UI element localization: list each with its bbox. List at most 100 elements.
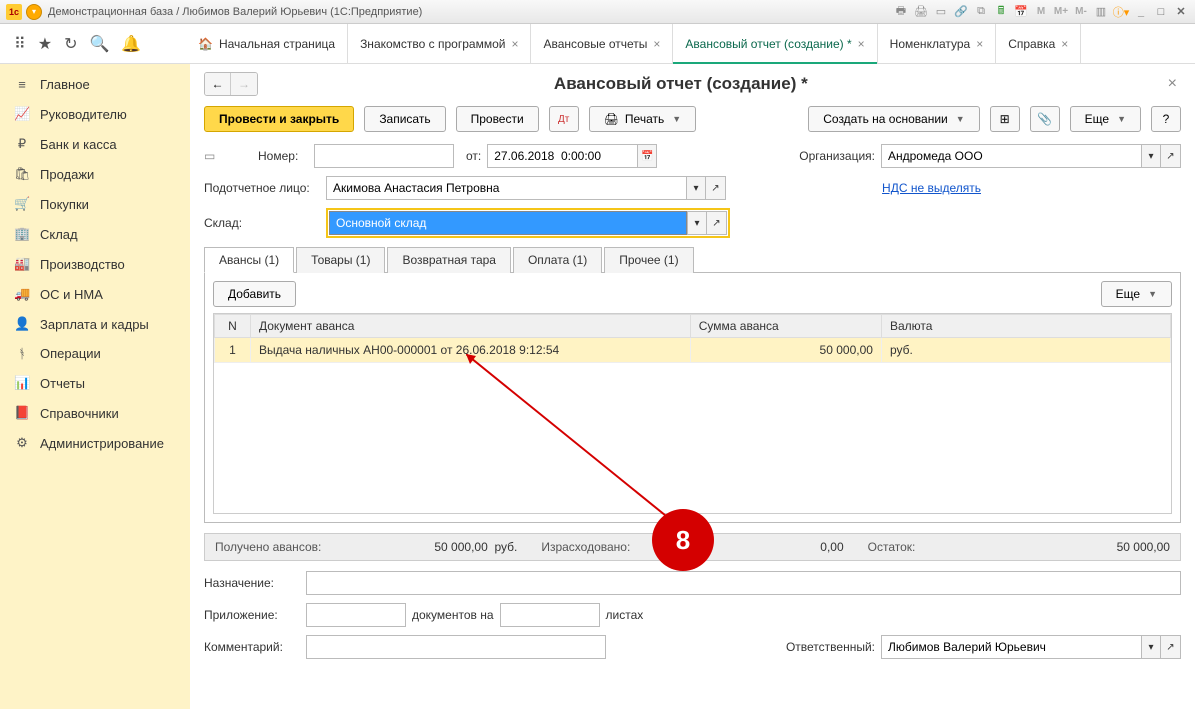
- minimize-icon[interactable]: _: [1133, 4, 1149, 20]
- drop-button[interactable]: ▾: [687, 211, 707, 235]
- docs-count-input[interactable]: [306, 603, 406, 627]
- quick-tools: ⠿ ★ ↻ 🔍 🔔: [0, 34, 190, 54]
- date-input[interactable]: [487, 144, 637, 168]
- sidebar-item-hr[interactable]: 👤Зарплата и кадры: [0, 309, 190, 339]
- calc-icon[interactable]: 🖩: [993, 4, 1009, 20]
- close-icon[interactable]: ×: [511, 37, 518, 51]
- struct-button[interactable]: ⊞: [990, 106, 1020, 132]
- table-row[interactable]: 1 Выдача наличных АН00-000001 от 26.06.2…: [215, 338, 1171, 363]
- sidebar-item-manager[interactable]: 📈 Руководителю: [0, 99, 190, 129]
- close-icon[interactable]: ×: [653, 37, 660, 51]
- vat-link[interactable]: НДС не выделять: [882, 181, 981, 195]
- close-page-icon[interactable]: ×: [1164, 75, 1181, 93]
- sidebar-item-refs[interactable]: 📕Справочники: [0, 398, 190, 428]
- doctab-tovary[interactable]: Товары (1): [296, 247, 385, 273]
- doctab-prochee[interactable]: Прочее (1): [604, 247, 693, 273]
- help-button[interactable]: ?: [1151, 106, 1181, 132]
- sidebar-item-main[interactable]: ≡Главное: [0, 70, 190, 99]
- sidebar-item-label: Главное: [40, 77, 90, 92]
- sidebar-item-label: Отчеты: [40, 376, 85, 391]
- sidebar-item-label: Руководителю: [40, 107, 127, 122]
- drop-button[interactable]: ▾: [686, 176, 706, 200]
- drop-button[interactable]: ▾: [1141, 144, 1161, 168]
- sidebar-item-production[interactable]: 🏭Производство: [0, 249, 190, 279]
- number-input[interactable]: [314, 144, 454, 168]
- bell-icon[interactable]: 🔔: [121, 34, 141, 54]
- m-minus-icon[interactable]: M-: [1073, 4, 1089, 20]
- sklad-input[interactable]: [329, 211, 687, 235]
- tab-label: Номенклатура: [890, 37, 971, 51]
- add-button[interactable]: Добавить: [213, 281, 296, 307]
- col-cur: Валюта: [881, 315, 1170, 338]
- org-input[interactable]: [881, 144, 1141, 168]
- apps-icon[interactable]: ⠿: [14, 34, 26, 54]
- sheets-input[interactable]: [500, 603, 600, 627]
- m-plus-icon[interactable]: M+: [1053, 4, 1069, 20]
- dt-kt-button[interactable]: Дт: [549, 106, 579, 132]
- sidebar-item-admin[interactable]: ⚙Администрирование: [0, 428, 190, 458]
- rest-value: 50 000,00: [1117, 540, 1170, 554]
- calendar-button[interactable]: 📅: [637, 144, 657, 168]
- info-icon[interactable]: ⓘ▾: [1113, 4, 1129, 20]
- print2-icon[interactable]: 🖨: [913, 4, 929, 20]
- close-icon[interactable]: ×: [858, 37, 865, 51]
- tab-reports[interactable]: Авансовые отчеты×: [531, 24, 673, 63]
- print-label: Печать: [625, 112, 664, 126]
- history-icon[interactable]: ↻: [64, 34, 77, 54]
- panels-icon[interactable]: ▥: [1093, 4, 1109, 20]
- more-button[interactable]: Еще▼: [1070, 106, 1141, 132]
- app-menu-drop-icon[interactable]: ▾: [26, 4, 42, 20]
- calendar-icon[interactable]: 📅: [1013, 4, 1029, 20]
- link-icon[interactable]: 🔗: [953, 4, 969, 20]
- star-icon[interactable]: ★: [38, 34, 52, 54]
- tab-home[interactable]: 🏠Начальная страница: [190, 24, 348, 63]
- close-window-icon[interactable]: ✕: [1173, 4, 1189, 20]
- create-based-button[interactable]: Создать на основании▼: [808, 106, 979, 132]
- person-input[interactable]: [326, 176, 686, 200]
- m-icon[interactable]: M: [1033, 4, 1049, 20]
- compare-icon[interactable]: ⧉: [973, 4, 989, 20]
- sidebar-item-stock[interactable]: 🏢Склад: [0, 219, 190, 249]
- close-icon[interactable]: ×: [1061, 37, 1068, 51]
- open-button[interactable]: ↗: [707, 211, 727, 235]
- sidebar-item-assets[interactable]: 🚚ОС и НМА: [0, 279, 190, 309]
- spent-label: Израсходовано:: [541, 540, 630, 554]
- tab-intro[interactable]: Знакомство с программой×: [348, 24, 531, 63]
- drop-button[interactable]: ▾: [1141, 635, 1161, 659]
- doctab-oplata[interactable]: Оплата (1): [513, 247, 602, 273]
- search-icon[interactable]: 🔍: [89, 34, 109, 54]
- tab-nomenclature[interactable]: Номенклатура ×: [878, 24, 997, 63]
- sheets-label: листах: [606, 608, 644, 622]
- resp-label: Ответственный:: [786, 640, 875, 654]
- person-icon: 👤: [14, 316, 30, 332]
- nazn-input[interactable]: [306, 571, 1181, 595]
- save-button[interactable]: Записать: [364, 106, 445, 132]
- doctab-avansy[interactable]: Авансы (1): [204, 247, 294, 273]
- close-icon[interactable]: ×: [976, 37, 983, 51]
- post-button[interactable]: Провести: [456, 106, 539, 132]
- sidebar-item-label: Администрирование: [40, 436, 164, 451]
- got-cur: руб.: [494, 540, 517, 554]
- doc-icon[interactable]: ▭: [933, 4, 949, 20]
- sidebar-item-reports[interactable]: 📊Отчеты: [0, 368, 190, 398]
- advances-grid[interactable]: N Документ аванса Сумма аванса Валюта 1 …: [213, 313, 1172, 514]
- print-button[interactable]: 🖨Печать▼: [589, 106, 696, 132]
- comment-input[interactable]: [306, 635, 606, 659]
- open-button[interactable]: ↗: [706, 176, 726, 200]
- sidebar-item-ops[interactable]: ᚬОперации: [0, 339, 190, 368]
- chart-icon: 📈: [14, 106, 30, 122]
- sidebar-item-sales[interactable]: 🛍Продажи: [0, 159, 190, 189]
- tab-help[interactable]: Справка×: [996, 24, 1081, 63]
- attach-button[interactable]: 📎: [1030, 106, 1060, 132]
- open-button[interactable]: ↗: [1161, 144, 1181, 168]
- tab-report-create[interactable]: Авансовый отчет (создание) *×: [673, 24, 877, 63]
- resp-input[interactable]: [881, 635, 1141, 659]
- sidebar-item-purchases[interactable]: 🛒Покупки: [0, 189, 190, 219]
- post-and-close-button[interactable]: Провести и закрыть: [204, 106, 354, 132]
- print-icon[interactable]: 🖶: [893, 4, 909, 20]
- open-button[interactable]: ↗: [1161, 635, 1181, 659]
- grid-more-button[interactable]: Еще▼: [1101, 281, 1172, 307]
- maximize-icon[interactable]: □: [1153, 4, 1169, 20]
- sidebar-item-bank[interactable]: ₽Банк и касса: [0, 129, 190, 159]
- doctab-tara[interactable]: Возвратная тара: [387, 247, 511, 273]
